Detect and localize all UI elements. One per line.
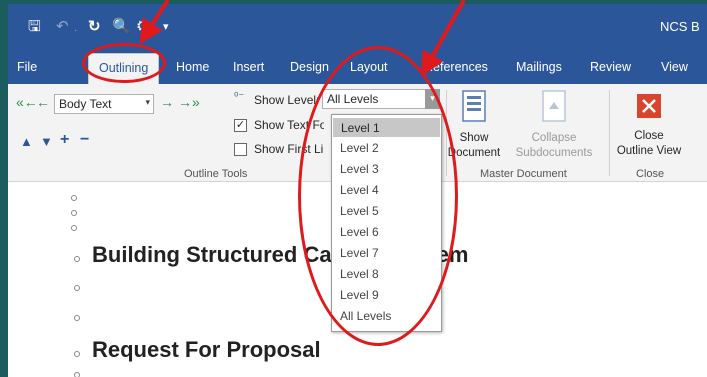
annotation-arrow-to-level-dropdown	[421, 0, 466, 77]
annotation-arrow-to-outlining-tab	[139, 0, 170, 45]
annotation-arrows	[139, 0, 466, 77]
